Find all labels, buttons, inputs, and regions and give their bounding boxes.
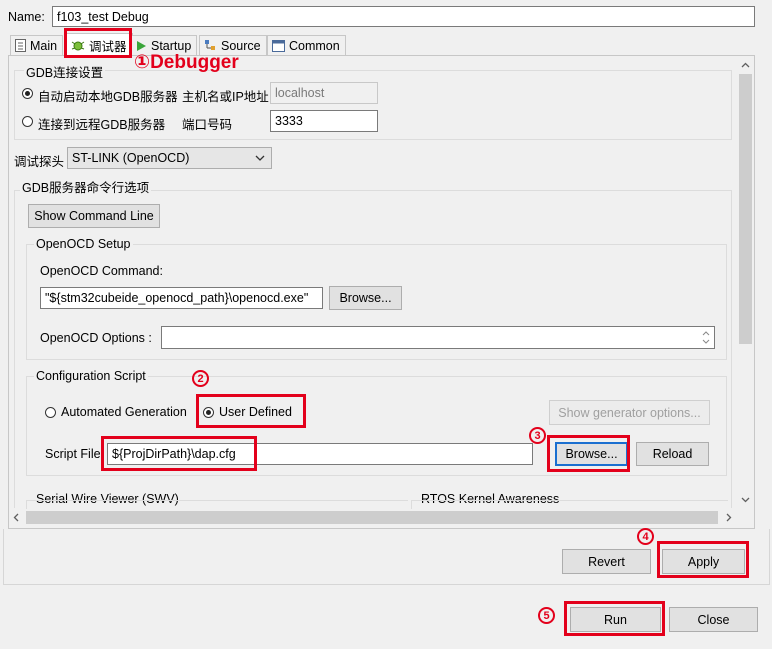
scroll-right-icon[interactable] bbox=[726, 513, 732, 522]
openocd-options-field[interactable] bbox=[161, 326, 715, 349]
tab-main[interactable]: Main bbox=[10, 35, 64, 55]
show-command-line-button[interactable]: Show Command Line bbox=[28, 204, 160, 228]
server-options-title: GDB服务器命令行选项 bbox=[20, 177, 152, 196]
horizontal-scrollbar[interactable] bbox=[9, 509, 737, 526]
scroll-left-icon[interactable] bbox=[13, 513, 19, 522]
openocd-setup-title: OpenOCD Setup bbox=[34, 237, 133, 251]
vertical-scrollbar[interactable] bbox=[737, 57, 754, 509]
tab-common-label: Common bbox=[289, 38, 340, 53]
common-icon bbox=[272, 39, 285, 52]
close-button[interactable]: Close bbox=[669, 607, 758, 632]
config-script-title: Configuration Script bbox=[34, 369, 148, 383]
name-label: Name: bbox=[8, 10, 45, 24]
remote-gdb-radio[interactable] bbox=[22, 116, 33, 127]
host-label: 主机名或IP地址 bbox=[182, 90, 269, 104]
chevron-down-icon bbox=[255, 155, 265, 161]
tab-common[interactable]: Common bbox=[267, 35, 346, 55]
horizontal-scroll-thumb[interactable] bbox=[26, 511, 718, 524]
probe-select[interactable]: ST-LINK (OpenOCD) bbox=[67, 147, 272, 169]
rtos-group bbox=[411, 500, 728, 509]
tab-main-label: Main bbox=[30, 38, 58, 53]
openocd-browse-button[interactable]: Browse... bbox=[329, 286, 402, 310]
name-field[interactable]: f103_test Debug bbox=[52, 6, 755, 27]
swv-group bbox=[26, 500, 408, 509]
annotation-marker-4: 4 bbox=[637, 528, 654, 545]
local-gdb-radio[interactable] bbox=[22, 88, 33, 99]
annotation-marker-2: 2 bbox=[192, 370, 209, 387]
play-icon bbox=[137, 40, 146, 51]
port-field[interactable]: 3333 bbox=[270, 110, 378, 132]
annotation-box-debugger-tab bbox=[64, 28, 132, 58]
local-gdb-label: 自动启动本地GDB服务器 bbox=[38, 90, 178, 104]
scroll-up-icon[interactable] bbox=[741, 62, 750, 68]
document-icon bbox=[15, 39, 26, 52]
port-label: 端口号码 bbox=[182, 118, 233, 132]
script-file-label: Script File bbox=[45, 447, 101, 461]
annotation-box-run bbox=[564, 601, 665, 636]
annotation-marker-3: 3 bbox=[529, 427, 546, 444]
remote-gdb-label: 连接到远程GDB服务器 bbox=[38, 118, 166, 132]
scroll-down-icon[interactable] bbox=[741, 497, 750, 503]
script-reload-button[interactable]: Reload bbox=[636, 442, 709, 466]
annotation-debugger-label: ①Debugger bbox=[134, 52, 239, 73]
probe-select-value: ST-LINK (OpenOCD) bbox=[72, 151, 190, 165]
probe-label: 调试探头 bbox=[14, 155, 65, 169]
vertical-scroll-thumb[interactable] bbox=[739, 74, 752, 344]
annotation-marker-5: 5 bbox=[538, 607, 555, 624]
options-spin-icon[interactable] bbox=[701, 329, 711, 346]
gdb-group-title: GDB连接设置 bbox=[24, 62, 106, 81]
host-field[interactable]: localhost bbox=[270, 82, 378, 104]
annotation-box-browse bbox=[547, 435, 630, 472]
annotation-box-script-file bbox=[101, 436, 257, 471]
config-footer bbox=[3, 529, 770, 585]
automated-generation-label: Automated Generation bbox=[61, 405, 187, 419]
automated-generation-radio[interactable] bbox=[45, 407, 56, 418]
revert-button[interactable]: Revert bbox=[562, 549, 651, 574]
annotation-box-apply bbox=[657, 541, 749, 578]
openocd-command-label: OpenOCD Command: bbox=[40, 264, 163, 278]
openocd-options-label: OpenOCD Options : bbox=[40, 331, 152, 345]
annotation-box-user-defined bbox=[196, 394, 306, 428]
openocd-command-field[interactable]: "${stm32cubeide_openocd_path}\openocd.ex… bbox=[40, 287, 323, 309]
show-generator-options-button[interactable]: Show generator options... bbox=[549, 400, 710, 425]
